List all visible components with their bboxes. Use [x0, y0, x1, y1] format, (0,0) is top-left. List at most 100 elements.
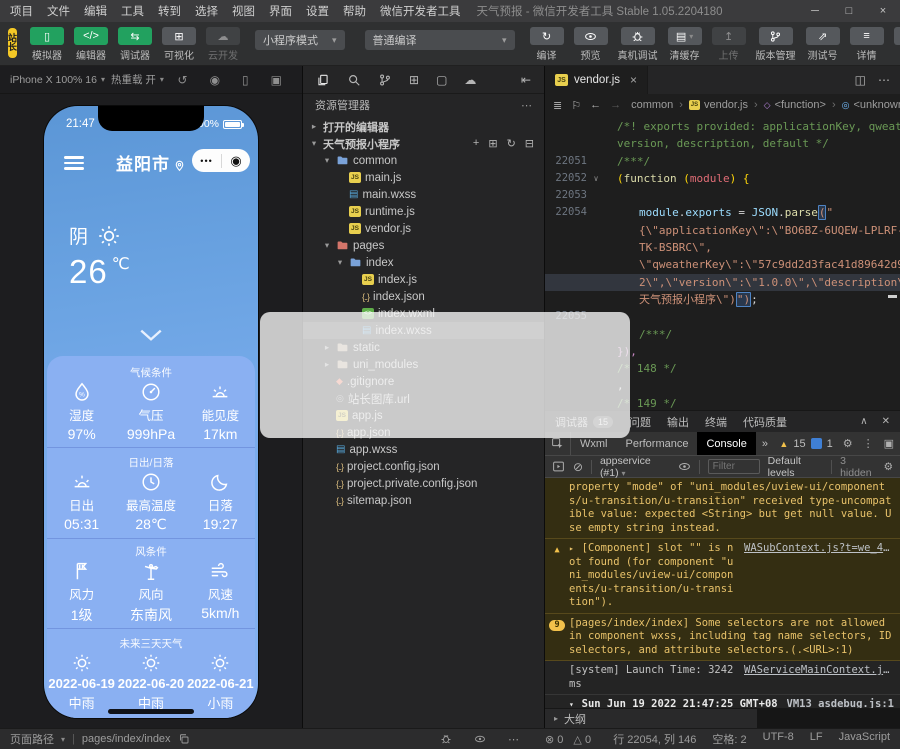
- tree-item-main.js[interactable]: JSmain.js: [303, 169, 544, 186]
- hidden-count[interactable]: 3 hidden: [840, 455, 876, 479]
- menu-item[interactable]: 编辑: [84, 3, 107, 19]
- details-button[interactable]: ≡详情: [850, 27, 884, 62]
- menu-item[interactable]: 设置: [306, 3, 329, 19]
- breadcrumb-item[interactable]: ◎<unknown: [842, 99, 900, 111]
- multiwindow-icon[interactable]: ▣: [271, 73, 282, 87]
- clear-console-icon[interactable]: ⊘: [573, 460, 583, 474]
- forward-icon[interactable]: →: [610, 99, 621, 111]
- statusbar-item[interactable]: 空格: 2: [712, 731, 746, 747]
- console-messages[interactable]: property "mode" of "uni_modules/uview-ui…: [545, 478, 900, 708]
- console-source-link[interactable]: VM13 asdebug.js:1: [787, 698, 894, 708]
- tree-item-uni_modules[interactable]: ▸uni_modules: [303, 356, 544, 373]
- files-icon[interactable]: [316, 73, 330, 87]
- tree-item-index.wxss[interactable]: ▤index.wxss: [303, 322, 544, 339]
- menu-item[interactable]: 选择: [195, 3, 218, 19]
- devtools-tab-console[interactable]: Console: [697, 432, 755, 455]
- back-icon[interactable]: ←: [590, 99, 601, 111]
- code-area[interactable]: /*! exports provided: applicationKey, qw…: [545, 116, 900, 410]
- menu-item[interactable]: 微信开发者工具: [380, 3, 461, 19]
- tree-item--[interactable]: ▸打开的编辑器: [303, 118, 544, 135]
- outline-header[interactable]: ▸ 大纲: [545, 709, 757, 728]
- tree-item-project.config.json[interactable]: {..}project.config.json: [303, 458, 544, 475]
- editor-button[interactable]: </>编辑器: [74, 27, 108, 62]
- context-select[interactable]: appservice (#1) ▾: [600, 455, 670, 479]
- close-capsule-icon[interactable]: ◉: [230, 154, 241, 167]
- console-source-link[interactable]: WASubContext.js?t=we_46437460&v=2.24.6:2: [744, 542, 894, 556]
- breadcrumb-item[interactable]: common: [631, 99, 673, 111]
- page-path-value[interactable]: pages/index/index: [82, 733, 171, 745]
- menu-item[interactable]: 界面: [269, 3, 292, 19]
- collapse-panel-icon[interactable]: ∧: [860, 416, 867, 427]
- clear-cache-button[interactable]: ▤▾清缓存: [668, 27, 702, 62]
- close-panel-icon[interactable]: ✕: [882, 416, 890, 427]
- tree-item-common[interactable]: ▾common: [303, 152, 544, 169]
- console-sidebar-icon[interactable]: [552, 460, 565, 473]
- filter-input[interactable]: [708, 459, 760, 474]
- panel-tab-终端[interactable]: 终端: [705, 414, 727, 430]
- messages-button[interactable]: 消息: [894, 27, 900, 62]
- minimize-button[interactable]: ─: [798, 5, 832, 17]
- search-icon[interactable]: [347, 73, 361, 87]
- statusbar-item[interactable]: LF: [810, 731, 823, 747]
- device-icon[interactable]: ▯: [242, 73, 249, 87]
- tree-item-pages[interactable]: ▾pages: [303, 237, 544, 254]
- eye-icon[interactable]: [474, 733, 486, 745]
- console-source-link[interactable]: WAServiceMainContext.js:2: [744, 664, 894, 678]
- breadcrumb-item[interactable]: JSvendor.js: [689, 99, 748, 111]
- error-count[interactable]: ⊗ 0: [545, 733, 563, 746]
- tree-item-app.json[interactable]: {..}app.json: [303, 424, 544, 441]
- rotate-icon[interactable]: ↺: [178, 73, 188, 87]
- warning-count[interactable]: △ 0: [573, 733, 591, 746]
- visualize-button[interactable]: ⊞可视化: [162, 27, 196, 62]
- tree-item-index.json[interactable]: {..}index.json: [303, 288, 544, 305]
- split-editor-icon[interactable]: ◫: [855, 73, 866, 87]
- bug-icon[interactable]: [440, 733, 452, 745]
- close-button[interactable]: ×: [866, 5, 900, 17]
- menu-item[interactable]: 项目: [10, 3, 33, 19]
- statusbar-item[interactable]: 行 22054, 列 146: [613, 731, 696, 747]
- tab-vendor-js[interactable]: JS vendor.js ×: [545, 66, 648, 94]
- tree-item-index.wxml[interactable]: <>index.wxml: [303, 305, 544, 322]
- more-icon[interactable]: •••: [200, 156, 212, 166]
- tree-item-sitemap.json[interactable]: {..}sitemap.json: [303, 492, 544, 509]
- devtools-tab-performance[interactable]: Performance: [617, 432, 698, 455]
- popout-icon[interactable]: ▣: [884, 437, 894, 450]
- tree-item--.url[interactable]: ◎站长图库.url: [303, 390, 544, 407]
- cloud-icon[interactable]: ☁: [464, 73, 476, 87]
- tree-item-index[interactable]: ▾index: [303, 254, 544, 271]
- menu-item[interactable]: 工具: [121, 3, 144, 19]
- bookmark-icon[interactable]: ⚐: [571, 99, 581, 112]
- tree-item-vendor.js[interactable]: JSvendor.js: [303, 220, 544, 237]
- menu-item[interactable]: 文件: [47, 3, 70, 19]
- collapse-all-icon[interactable]: ⊟: [525, 137, 534, 150]
- simulator-button[interactable]: ▯模拟器: [30, 27, 64, 62]
- new-file-icon[interactable]: +: [473, 137, 479, 150]
- extensions-icon[interactable]: ⊞: [409, 73, 419, 87]
- eye-icon[interactable]: [678, 460, 691, 473]
- gear-icon[interactable]: ⚙: [884, 461, 893, 473]
- tree-item-.gitignore[interactable]: ◆.gitignore: [303, 373, 544, 390]
- collapse-sidebar-icon[interactable]: ⇤: [521, 73, 531, 87]
- new-folder-icon[interactable]: ⊞: [488, 137, 497, 150]
- panel-tab-问题[interactable]: 问题: [629, 414, 651, 430]
- info-count[interactable]: 1: [827, 438, 833, 450]
- expand-chevron-icon[interactable]: [138, 328, 164, 345]
- device-debug-button[interactable]: 真机调试: [618, 27, 658, 62]
- preview-button[interactable]: 预览: [574, 27, 608, 62]
- more-tabs-icon[interactable]: »: [756, 438, 774, 450]
- tree-item--[interactable]: ▾天气预报小程序+⊞↻⊟: [303, 135, 544, 152]
- panel-tab-输出[interactable]: 输出: [667, 414, 689, 430]
- statusbar-item[interactable]: JavaScript: [839, 731, 890, 747]
- compile-mode-select[interactable]: 普通编译 ▾: [365, 30, 515, 50]
- tree-item-index.js[interactable]: JSindex.js: [303, 271, 544, 288]
- more-actions-icon[interactable]: ⋯: [878, 73, 890, 87]
- close-icon[interactable]: ×: [630, 73, 637, 87]
- more-actions-icon[interactable]: ⋯: [521, 99, 532, 112]
- panel-tab-调试器[interactable]: 调试器15: [555, 414, 613, 430]
- tree-item-main.wxss[interactable]: ▤main.wxss: [303, 186, 544, 203]
- refresh-icon[interactable]: ↻: [507, 137, 516, 150]
- log-levels-select[interactable]: Default levels: [768, 455, 824, 479]
- tree-item-static[interactable]: ▸static: [303, 339, 544, 356]
- version-control-button[interactable]: 版本管理: [756, 27, 796, 62]
- miniprogram-capsule[interactable]: ••• ◉: [192, 149, 250, 172]
